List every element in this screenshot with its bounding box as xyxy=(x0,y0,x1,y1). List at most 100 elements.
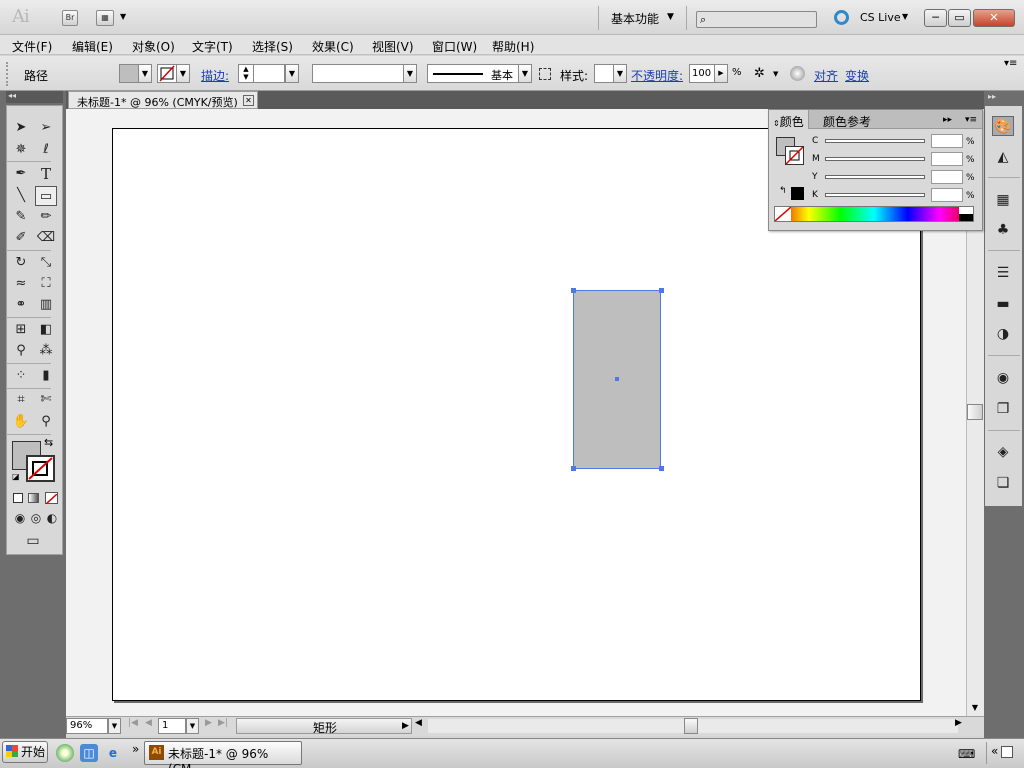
scale-tool-icon[interactable]: ⤡ xyxy=(35,253,57,273)
chevron-down-icon[interactable]: ▼ xyxy=(518,64,532,83)
first-artboard-icon[interactable]: |◀ xyxy=(128,718,138,728)
none-swatch-icon[interactable] xyxy=(775,207,791,221)
close-button[interactable]: ✕ xyxy=(973,9,1015,27)
black-swatch[interactable] xyxy=(959,214,973,221)
keyboard-icon[interactable]: ⌨ xyxy=(958,747,975,761)
artboard-number-input[interactable]: 1 xyxy=(158,718,186,734)
eraser-tool-icon[interactable]: ⌫ xyxy=(35,228,57,248)
stroke-weight-input[interactable] xyxy=(253,64,285,83)
collapse-panels-icon[interactable]: ▸▸ xyxy=(988,92,996,101)
chevron-right-icon[interactable]: ▶ xyxy=(714,64,728,83)
panel-menu-icon[interactable]: ▾≡ xyxy=(961,114,981,126)
screen-mode-icon[interactable]: ▭ xyxy=(22,531,44,551)
rectangle-tool-icon[interactable]: ▭ xyxy=(35,186,57,206)
taskbar-item-illustrator[interactable]: 未标题-1* @ 96% (CM... xyxy=(144,741,302,768)
menu-object[interactable]: 对象(O) xyxy=(132,38,175,55)
opacity-input[interactable]: 100 xyxy=(689,64,715,83)
close-icon[interactable]: ✕ xyxy=(243,95,254,106)
color-mode-icon[interactable] xyxy=(13,493,23,503)
more-quick-launch-icon[interactable]: » xyxy=(132,742,139,756)
chevron-down-icon[interactable]: ▼ xyxy=(120,12,126,21)
bridge-button[interactable]: Br xyxy=(62,10,78,26)
menu-window[interactable]: 窗口(W) xyxy=(432,38,477,55)
chevron-down-icon[interactable]: ▼ xyxy=(186,718,199,734)
brushes-panel-icon[interactable]: ♣ xyxy=(992,220,1014,240)
transform-link[interactable]: 变换 xyxy=(845,67,869,84)
stroke-color-swatch[interactable] xyxy=(26,455,55,482)
chevron-down-icon[interactable]: ▼ xyxy=(176,64,190,83)
minimize-button[interactable]: ─ xyxy=(924,9,947,27)
tab-color-guide[interactable]: 颜色参考 xyxy=(819,112,875,131)
chevron-down-icon[interactable]: ▼ xyxy=(138,64,152,83)
help-search-input[interactable]: ⌕ xyxy=(696,11,817,28)
internet-explorer-icon[interactable]: e xyxy=(104,744,122,762)
chevron-down-icon[interactable]: ▼ xyxy=(285,64,299,83)
color-guide-icon[interactable]: ◭ xyxy=(992,147,1014,167)
eyedropper-tool-icon[interactable]: ⚲ xyxy=(10,341,32,361)
vertical-scroll-thumb[interactable] xyxy=(967,404,983,420)
variable-width-select[interactable] xyxy=(312,64,404,83)
restore-button[interactable]: ▭ xyxy=(948,9,971,27)
previous-artboard-icon[interactable]: ◀ xyxy=(145,718,152,728)
desktop-icon[interactable]: ◫ xyxy=(80,744,98,762)
shape-builder-tool-icon[interactable]: ⚭ xyxy=(10,295,32,315)
artboards-panel-icon[interactable]: ❏ xyxy=(992,473,1014,493)
cs-live-menu[interactable]: CS Live xyxy=(860,11,901,24)
mesh-tool-icon[interactable]: ⊞ xyxy=(10,320,32,340)
direct-selection-tool-icon[interactable]: ➢ xyxy=(35,118,57,138)
last-artboard-icon[interactable]: ▶| xyxy=(218,718,228,728)
chevron-down-icon[interactable]: ▼ xyxy=(108,718,121,734)
symbol-sprayer-tool-icon[interactable]: ⁘ xyxy=(10,366,32,386)
menu-file[interactable]: 文件(F) xyxy=(12,38,52,55)
grip-handle[interactable] xyxy=(6,62,10,86)
cyan-input[interactable] xyxy=(931,134,963,148)
none-mode-icon[interactable] xyxy=(45,492,58,505)
gradient-panel-icon[interactable]: ▬ xyxy=(992,294,1014,314)
resize-handle[interactable] xyxy=(659,288,664,293)
stroke-link[interactable]: 描边: xyxy=(201,67,229,84)
cyan-slider[interactable] xyxy=(825,139,925,143)
layers-panel-icon[interactable]: ◈ xyxy=(992,442,1014,462)
menu-edit[interactable]: 编辑(E) xyxy=(72,38,113,55)
magic-wand-tool-icon[interactable]: ✵ xyxy=(10,140,32,160)
black-swatch[interactable] xyxy=(791,187,804,200)
menu-select[interactable]: 选择(S) xyxy=(252,38,293,55)
menu-type[interactable]: 文字(T) xyxy=(192,38,233,55)
line-tool-icon[interactable]: ╲ xyxy=(10,186,32,206)
tray-expand[interactable]: « xyxy=(986,742,1022,764)
menu-effect[interactable]: 效果(C) xyxy=(312,38,354,55)
resize-handle[interactable] xyxy=(659,466,664,471)
free-transform-tool-icon[interactable]: ⛶ xyxy=(35,274,57,294)
tab-color[interactable]: ⇕颜色 xyxy=(769,110,809,129)
align-link[interactable]: 对齐 xyxy=(814,67,838,84)
toolbox-header[interactable]: ◂◂ xyxy=(6,91,63,103)
warp-tool-icon[interactable]: ≈ xyxy=(10,274,32,294)
panel-menu-icon[interactable]: ▾≡ xyxy=(1004,58,1017,69)
draw-inside-icon[interactable]: ◐ xyxy=(41,508,63,528)
scroll-right-icon[interactable]: ▶ xyxy=(955,718,962,728)
blob-brush-tool-icon[interactable]: ✐ xyxy=(10,228,32,248)
pen-tool-icon[interactable]: ✒ xyxy=(10,164,32,184)
graphic-style-swatch[interactable] xyxy=(594,64,614,83)
blend-tool-icon[interactable]: ⁂ xyxy=(35,341,57,361)
hand-tool-icon[interactable]: ✋ xyxy=(10,412,32,432)
media-player-icon[interactable] xyxy=(56,744,74,762)
perspective-grid-tool-icon[interactable]: ▥ xyxy=(35,295,57,315)
black-slider[interactable] xyxy=(825,193,925,197)
color-panel-icon[interactable]: 🎨 xyxy=(992,116,1014,136)
status-menu[interactable]: 矩形 ▶ xyxy=(236,718,412,735)
cs-live-icon[interactable] xyxy=(834,10,849,25)
slice-tool-icon[interactable]: ✄ xyxy=(35,390,57,410)
opacity-link[interactable]: 不透明度: xyxy=(631,67,683,84)
expand-icon[interactable]: ▸▸ xyxy=(939,114,956,126)
recolor-icon[interactable] xyxy=(790,66,805,81)
magenta-input[interactable] xyxy=(931,152,963,166)
appearance-panel-icon[interactable]: ◉ xyxy=(992,368,1014,388)
resize-handle[interactable] xyxy=(571,466,576,471)
scroll-down-icon[interactable]: ▼ xyxy=(967,700,983,716)
zoom-level-input[interactable]: 96% xyxy=(66,718,108,734)
menu-view[interactable]: 视图(V) xyxy=(372,38,414,55)
gradient-tool-icon[interactable]: ◧ xyxy=(35,320,57,340)
workspace-switcher[interactable]: 基本功能 xyxy=(611,10,659,27)
stroke-weight-stepper[interactable]: ▲ ▼ xyxy=(238,64,254,83)
